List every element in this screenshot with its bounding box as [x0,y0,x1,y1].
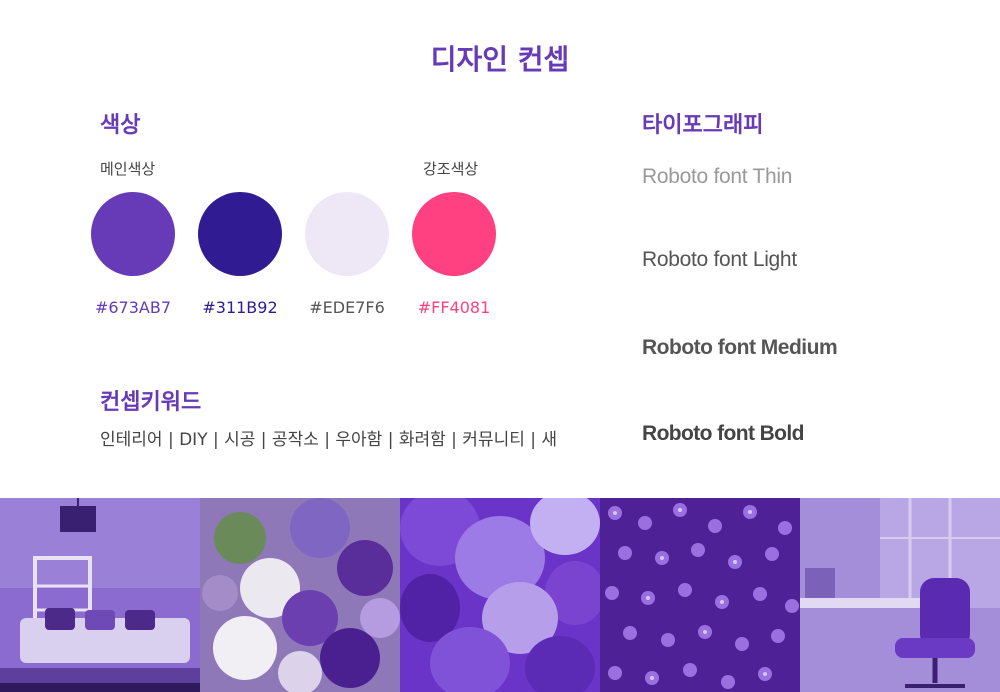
color-heading: 색상 [100,113,141,138]
font-sample-light: Roboto font Light [642,248,797,271]
balloons-photo [400,498,600,692]
font-sample-thin: Roboto font Thin [642,165,793,188]
hex-light-lavender: #EDE7F6 [309,298,385,317]
office-chair-photo [800,498,1000,692]
photo-strip [0,498,1000,692]
swatch-deep-purple [198,192,282,276]
hex-accent-pink: #FF4081 [417,298,491,317]
swatch-light-lavender [305,192,389,276]
phlox-flowers-photo [600,498,800,692]
flower-bouquet-photo [200,498,400,692]
font-sample-medium: Roboto font Medium [642,336,838,359]
typography-heading: 타이포그래피 [642,113,764,138]
living-room-photo [0,498,200,692]
accent-color-label: 강조색상 [423,160,479,178]
hex-main-purple: #673AB7 [94,298,172,317]
swatch-main-purple [91,192,175,276]
page-title: 디자인 컨셉 [430,43,570,76]
hex-deep-purple: #311B92 [202,298,278,317]
keyword-list: 인테리어 | DIY | 시공 | 공작소 | 우아함 | 화려함 | 커뮤니티… [100,430,558,450]
main-color-label: 메인색상 [100,160,156,178]
keyword-heading: 컨셉키워드 [100,390,202,415]
swatch-accent-pink [412,192,496,276]
font-sample-bold: Roboto font Bold [642,422,804,445]
